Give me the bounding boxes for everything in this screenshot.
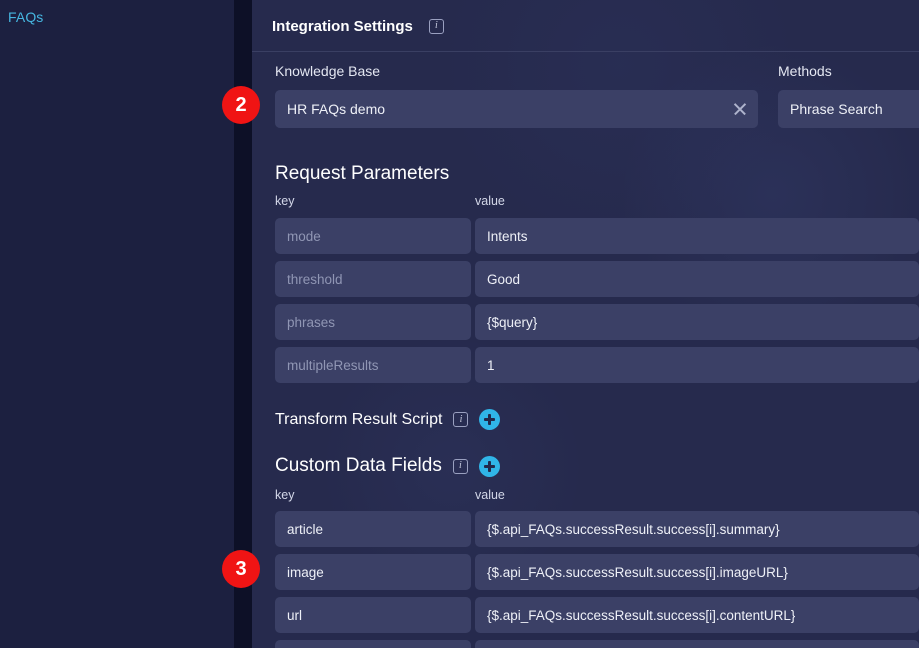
request-parameter-value-input[interactable]: 1 bbox=[475, 347, 919, 383]
custom-data-fields-section: Custom Data Fields i bbox=[275, 455, 500, 477]
request-parameter-value-text: 1 bbox=[487, 357, 495, 373]
custom-data-field-value-input[interactable] bbox=[475, 640, 919, 648]
request-parameters-title: Request Parameters bbox=[275, 163, 449, 185]
request-parameter-key-value: multipleResults bbox=[287, 357, 379, 373]
info-icon[interactable]: i bbox=[453, 412, 469, 427]
custom-data-field-value-input[interactable]: {$.api_FAQs.successResult.success[i].sum… bbox=[475, 511, 919, 547]
step-badge-2-number: 2 bbox=[235, 93, 247, 116]
sidebar-item-faqs[interactable]: FAQs bbox=[8, 9, 43, 25]
left-sidebar: FAQs bbox=[0, 0, 234, 648]
knowledge-base-input[interactable]: HR FAQs demo bbox=[275, 90, 758, 128]
plus-icon[interactable] bbox=[478, 455, 500, 477]
custom-data-field-value-text: {$.api_FAQs.successResult.success[i].con… bbox=[487, 607, 796, 623]
custom-data-field-key-input[interactable]: image bbox=[275, 554, 471, 590]
request-parameter-value-input[interactable]: {$query} bbox=[475, 304, 919, 340]
custom-data-fields-value-header: value bbox=[475, 488, 505, 502]
header-divider bbox=[252, 51, 919, 52]
custom-data-field-key-input[interactable] bbox=[275, 640, 471, 648]
step-badge-3-number: 3 bbox=[235, 557, 247, 580]
info-icon[interactable]: i bbox=[428, 18, 444, 34]
custom-data-field-key-value: article bbox=[287, 521, 324, 537]
transform-result-script-section: Transform Result Script i bbox=[275, 409, 501, 430]
integration-settings-panel: Integration Settings i Knowledge Base HR… bbox=[252, 0, 919, 648]
custom-data-field-key-input[interactable]: url bbox=[275, 597, 471, 633]
custom-data-field-value-text: {$.api_FAQs.successResult.success[i].sum… bbox=[487, 521, 780, 537]
custom-data-field-key-value: image bbox=[287, 564, 324, 580]
request-parameter-value-input[interactable]: Intents bbox=[475, 218, 919, 254]
request-parameter-key-input[interactable]: multipleResults bbox=[275, 347, 471, 383]
custom-data-field-key-input[interactable]: article bbox=[275, 511, 471, 547]
page-title: Integration Settings bbox=[272, 17, 413, 35]
knowledge-base-label: Knowledge Base bbox=[275, 63, 381, 79]
step-badge-2: 2 bbox=[222, 86, 260, 124]
request-parameter-key-input[interactable]: mode bbox=[275, 218, 471, 254]
request-parameter-key-input[interactable]: threshold bbox=[275, 261, 471, 297]
methods-value: Phrase Search bbox=[790, 101, 883, 117]
knowledge-base-value: HR FAQs demo bbox=[287, 101, 386, 117]
request-parameter-value-text: Intents bbox=[487, 228, 528, 244]
methods-input[interactable]: Phrase Search bbox=[778, 90, 919, 128]
custom-data-field-key-value: url bbox=[287, 607, 303, 623]
step-badge-3: 3 bbox=[222, 550, 260, 588]
custom-data-field-value-input[interactable]: {$.api_FAQs.successResult.success[i].ima… bbox=[475, 554, 919, 590]
request-parameter-key-value: phrases bbox=[287, 314, 336, 330]
custom-data-fields-title: Custom Data Fields bbox=[275, 455, 442, 476]
request-parameters-title-text: Request Parameters bbox=[275, 163, 450, 184]
custom-data-field-value-input[interactable]: {$.api_FAQs.successResult.success[i].con… bbox=[475, 597, 919, 633]
custom-data-fields-key-header: key bbox=[275, 488, 295, 502]
plus-icon[interactable] bbox=[479, 409, 501, 430]
close-icon[interactable] bbox=[732, 101, 748, 117]
request-parameter-key-value: threshold bbox=[287, 271, 343, 287]
request-parameter-value-input[interactable]: Good bbox=[475, 261, 919, 297]
transform-result-script-title: Transform Result Script bbox=[275, 410, 443, 428]
request-parameter-value-text: {$query} bbox=[487, 314, 538, 330]
panel-header: Integration Settings i bbox=[252, 0, 919, 52]
custom-data-field-value-text: {$.api_FAQs.successResult.success[i].ima… bbox=[487, 564, 788, 580]
request-parameters-value-header: value bbox=[475, 194, 505, 208]
request-parameter-key-value: mode bbox=[287, 228, 321, 244]
app-screen: FAQs Integration Settings i Knowledge Ba… bbox=[0, 0, 919, 648]
info-icon[interactable]: i bbox=[452, 458, 468, 474]
request-parameter-value-text: Good bbox=[487, 271, 521, 287]
request-parameter-key-input[interactable]: phrases bbox=[275, 304, 471, 340]
request-parameters-key-header: key bbox=[275, 194, 295, 208]
methods-label: Methods bbox=[778, 63, 832, 79]
